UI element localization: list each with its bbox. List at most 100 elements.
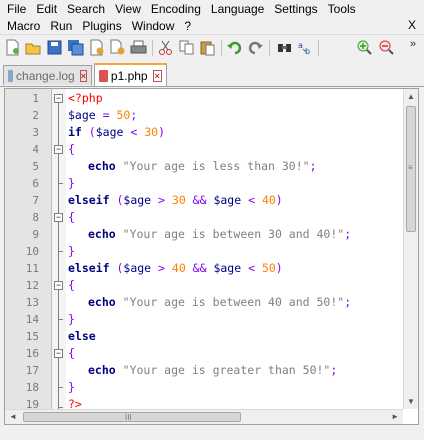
line-number: 11 bbox=[25, 262, 39, 275]
code-text: elseif ($age > 40 && $age < 50) bbox=[68, 260, 283, 277]
code-text: elseif ($age > 30 && $age < 40) bbox=[68, 192, 283, 209]
save-all-icon[interactable] bbox=[67, 39, 84, 56]
close-tab-icon[interactable]: × bbox=[79, 69, 87, 82]
line-number: 18 bbox=[25, 381, 39, 394]
operator: ( bbox=[81, 125, 96, 139]
brace: } bbox=[68, 312, 75, 326]
code-line: 5 echo "Your age is less than 30!"; bbox=[5, 158, 405, 175]
grip-icon: ≡ bbox=[408, 163, 413, 172]
find-icon[interactable] bbox=[276, 39, 293, 56]
line-number: 2 bbox=[32, 109, 39, 122]
menu-tools[interactable]: Tools bbox=[321, 2, 356, 16]
code-line: 3 if ($age < 30) bbox=[5, 124, 405, 141]
code-text: } bbox=[68, 311, 75, 328]
menu-search[interactable]: Search bbox=[60, 2, 105, 16]
line-number: 1 bbox=[32, 92, 39, 105]
new-file-icon[interactable] bbox=[4, 39, 21, 56]
toolbar-separator bbox=[221, 40, 222, 56]
scroll-up-icon[interactable]: ▲ bbox=[407, 92, 415, 101]
keyword: echo bbox=[88, 227, 116, 241]
menu-file[interactable]: File bbox=[0, 2, 26, 16]
undo-icon[interactable] bbox=[226, 39, 243, 56]
menu-encoding[interactable]: Encoding bbox=[144, 2, 201, 16]
menu-settings[interactable]: Settings bbox=[267, 2, 317, 16]
menu-plugins[interactable]: Plugins bbox=[75, 19, 121, 33]
zoom-out-icon[interactable] bbox=[378, 39, 395, 56]
close-tab-icon[interactable]: × bbox=[152, 69, 162, 82]
keyword: if bbox=[68, 125, 82, 139]
menu-edit[interactable]: Edit bbox=[29, 2, 57, 16]
keyword: elseif bbox=[68, 193, 110, 207]
code-line: 2 $age = 50; bbox=[5, 107, 405, 124]
menu-bar: File Edit Search View Encoding Language … bbox=[0, 0, 424, 34]
code-text: else bbox=[68, 328, 96, 345]
code-text: { bbox=[68, 277, 75, 294]
close-file-icon[interactable] bbox=[88, 39, 105, 56]
number: 30 bbox=[144, 125, 159, 139]
operator: ) bbox=[158, 125, 165, 139]
open-file-icon[interactable] bbox=[25, 39, 42, 56]
string: "Your age is between 40 and 50!" bbox=[122, 295, 345, 309]
scroll-left-icon[interactable]: ◄ bbox=[9, 412, 17, 421]
close-all-icon[interactable] bbox=[109, 39, 126, 56]
code-line: 15 else bbox=[5, 328, 405, 345]
menu-row-1: File Edit Search View Encoding Language … bbox=[0, 0, 359, 17]
operator: ) bbox=[275, 261, 283, 275]
menu-run[interactable]: Run bbox=[43, 19, 72, 33]
menu-macro[interactable]: Macro bbox=[0, 19, 40, 33]
code-text: { bbox=[68, 209, 75, 226]
number: 40 bbox=[171, 261, 186, 275]
file-icon bbox=[8, 69, 14, 82]
code-editor[interactable]: − − − − − 1 <?php 2 $age = 50; 3 if ($ag… bbox=[4, 88, 419, 425]
svg-text:a: a bbox=[298, 41, 303, 50]
code-line: 1 <?php bbox=[5, 90, 405, 107]
menu-help[interactable]: ? bbox=[177, 19, 191, 33]
variable: $age bbox=[68, 108, 96, 122]
keyword: echo bbox=[88, 159, 116, 173]
save-icon[interactable] bbox=[46, 39, 63, 56]
operator: > bbox=[151, 261, 172, 275]
vertical-scrollbar[interactable]: ▲ ≡ ▼ bbox=[403, 89, 418, 409]
code-line: 9 echo "Your age is between 30 and 40!"; bbox=[5, 226, 405, 243]
variable: $age bbox=[95, 125, 124, 139]
cut-icon[interactable] bbox=[157, 39, 174, 56]
brace: } bbox=[68, 380, 75, 394]
menu-language[interactable]: Language bbox=[204, 2, 264, 16]
horizontal-scroll-thumb[interactable]: III bbox=[23, 412, 241, 422]
redo-icon[interactable] bbox=[247, 39, 264, 56]
variable: $age bbox=[213, 261, 242, 275]
brace: } bbox=[68, 176, 75, 190]
code-line: 17 echo "Your age is greater than 50!"; bbox=[5, 362, 405, 379]
tab-p1-php[interactable]: p1.php × bbox=[94, 63, 167, 86]
paste-icon[interactable] bbox=[199, 39, 216, 56]
line-number: 15 bbox=[25, 330, 39, 343]
code-line: 13 echo "Your age is between 40 and 50!"… bbox=[5, 294, 405, 311]
zoom-in-icon[interactable] bbox=[356, 39, 373, 56]
keyword: elseif bbox=[68, 261, 110, 275]
print-icon[interactable] bbox=[130, 39, 147, 56]
vertical-scroll-thumb[interactable]: ≡ bbox=[406, 106, 416, 232]
close-document-button[interactable]: X bbox=[408, 17, 416, 34]
scroll-right-icon[interactable]: ► bbox=[391, 412, 399, 421]
line-number: 3 bbox=[32, 126, 39, 139]
number: 30 bbox=[171, 193, 186, 207]
toolbar-separator bbox=[318, 40, 319, 56]
code-line: 14 } bbox=[5, 311, 405, 328]
operator: ( bbox=[109, 193, 124, 207]
operator: && bbox=[185, 193, 214, 207]
copy-icon[interactable] bbox=[178, 39, 195, 56]
number: 50 bbox=[261, 261, 276, 275]
brace: { bbox=[68, 346, 75, 360]
scroll-down-icon[interactable]: ▼ bbox=[407, 397, 415, 406]
line-number: 8 bbox=[32, 211, 39, 224]
variable: $age bbox=[123, 261, 152, 275]
menu-view[interactable]: View bbox=[108, 2, 141, 16]
code-text: } bbox=[68, 379, 75, 396]
grip-icon: III bbox=[125, 413, 132, 422]
code-text: $age = 50; bbox=[68, 107, 137, 124]
replace-icon[interactable]: ab bbox=[297, 39, 314, 56]
menu-window[interactable]: Window bbox=[125, 19, 175, 33]
tab-change-log[interactable]: change.log × bbox=[3, 65, 92, 85]
toolbar-overflow-chevron-icon[interactable]: » bbox=[410, 38, 416, 50]
horizontal-scrollbar[interactable]: ◄ III ► bbox=[5, 409, 403, 424]
